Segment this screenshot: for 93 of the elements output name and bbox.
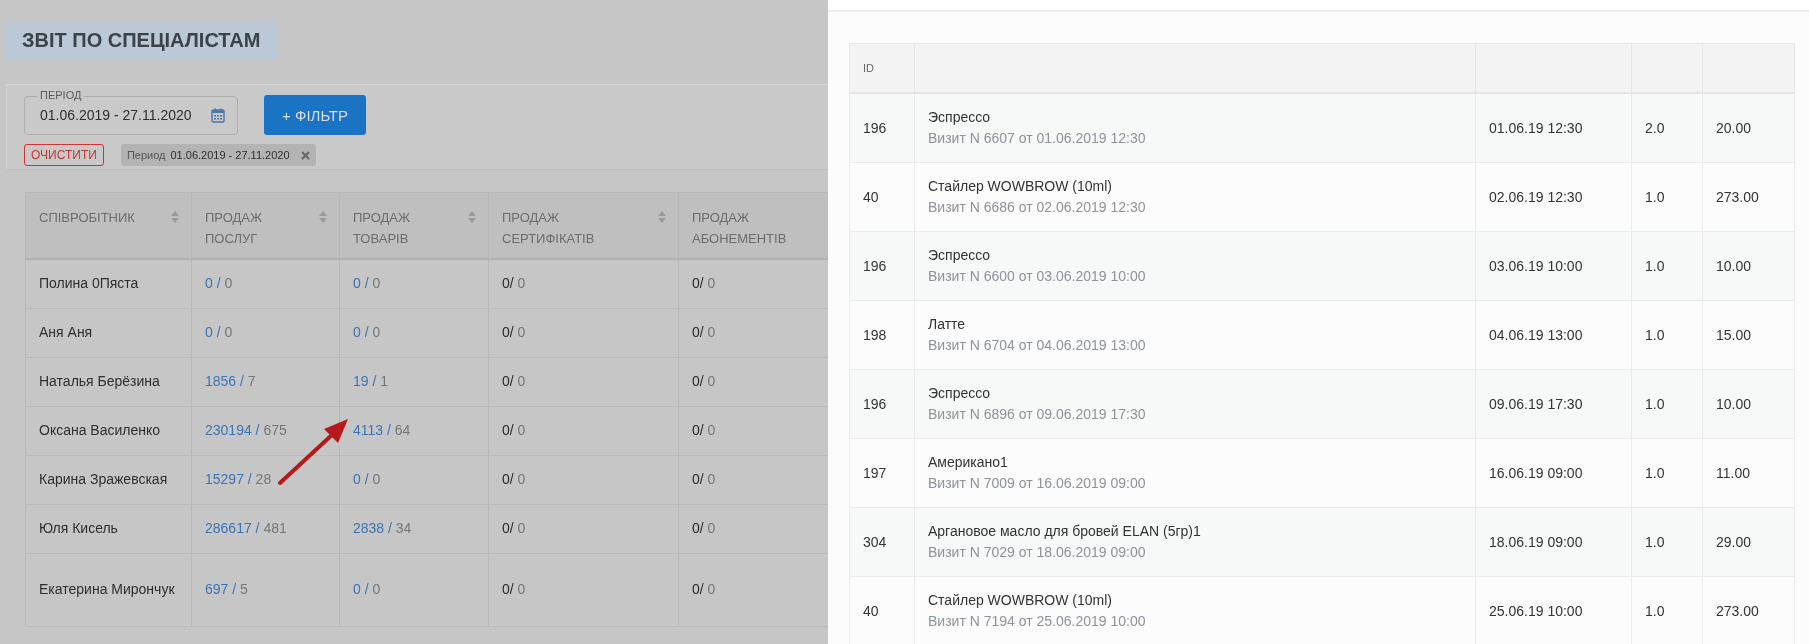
quantity: 1.0 <box>1631 300 1703 369</box>
sale-date: 16.06.19 09:00 <box>1475 438 1632 507</box>
sale-date: 18.06.19 09:00 <box>1475 507 1632 576</box>
column-header[interactable]: ПРОДАЖ ТОВАРІВ <box>339 192 489 259</box>
visit-info: Визит N 7194 от 25.06.2019 10:00 <box>928 612 1147 631</box>
sales-value: 0/ 0 <box>692 422 716 438</box>
quantity: 1.0 <box>1631 438 1703 507</box>
sale-date: 03.06.19 10:00 <box>1475 231 1632 300</box>
sale-date: 04.06.19 13:00 <box>1475 300 1632 369</box>
visit-info: Визит N 6686 от 02.06.2019 12:30 <box>928 198 1147 217</box>
clear-button[interactable]: ОЧИСТИТИ <box>24 144 104 166</box>
sales-link[interactable]: 0 / 0 <box>353 581 381 597</box>
calendar-icon <box>211 107 225 123</box>
column-header[interactable]: СПІВРОБІТНИК <box>25 192 192 259</box>
quantity: 1.0 <box>1631 231 1703 300</box>
quantity: 1.0 <box>1631 507 1703 576</box>
sales-value: 0/ 0 <box>692 520 716 536</box>
column-header[interactable]: ПРОДАЖ АБОНЕМЕНТІВ <box>678 192 828 259</box>
visit-info: Визит N 6607 от 01.06.2019 12:30 <box>928 129 1147 149</box>
sale-date: 01.06.19 12:30 <box>1475 93 1632 162</box>
sales-value: 0/ 0 <box>692 471 716 487</box>
employee-name: Наталья Берёзина <box>39 373 160 389</box>
sales-link[interactable]: 0 / 0 <box>353 471 381 487</box>
sales-value: 0/ 0 <box>502 373 526 389</box>
sales-link[interactable]: 0 / 0 <box>205 324 233 340</box>
product-name: Стайлер WOWBROW (10ml) <box>928 591 1114 610</box>
sales-value: 0/ 0 <box>502 324 526 340</box>
sales-value: 0/ 0 <box>502 471 526 487</box>
employee-name: Карина Зражевская <box>39 471 168 487</box>
item-id: 197 <box>849 438 915 507</box>
quantity: 1.0 <box>1631 369 1703 438</box>
product-name: Американо1 <box>928 453 1009 472</box>
sales-link[interactable]: 4113 / 64 <box>353 422 411 438</box>
sales-value: 0/ 0 <box>692 581 716 597</box>
close-icon[interactable] <box>300 150 310 160</box>
employee-name: Оксана Василенко <box>39 422 161 438</box>
amount: 29.00 <box>1702 507 1795 576</box>
visit-info: Визит N 6896 от 09.06.2019 17:30 <box>928 405 1147 424</box>
product-name: Стайлер WOWBROW (10ml) <box>928 177 1114 196</box>
item-id: 40 <box>849 576 915 644</box>
sales-link[interactable]: 0 / 0 <box>353 324 381 340</box>
sales-link[interactable]: 2838 / 34 <box>353 520 412 536</box>
sales-value: 0/ 0 <box>502 581 526 597</box>
sale-date: 02.06.19 12:30 <box>1475 162 1632 231</box>
employee-name: Екатерина Мирончук <box>39 581 175 597</box>
item-id: 196 <box>849 369 915 438</box>
sales-link[interactable]: 286617 / 481 <box>205 520 287 536</box>
column-header: ID <box>849 43 915 93</box>
sales-link[interactable]: 0 / 0 <box>353 275 381 291</box>
visit-info: Визит N 6600 от 03.06.2019 10:00 <box>928 267 1147 286</box>
chip-value: 01.06.2019 - 27.11.2020 <box>170 149 290 161</box>
quantity: 2.0 <box>1631 93 1703 162</box>
sales-link[interactable]: 19 / 1 <box>353 373 389 389</box>
amount: 15.00 <box>1702 300 1795 369</box>
visit-info: Визит N 7009 от 16.06.2019 09:00 <box>928 474 1147 493</box>
employee-name: Полина 0Пяста <box>39 275 139 291</box>
sales-value: 0/ 0 <box>692 275 716 291</box>
product-name: Латте <box>928 315 967 334</box>
sale-date: 09.06.19 17:30 <box>1475 369 1632 438</box>
product-name: Эспрессо <box>928 108 992 128</box>
product-name: Эспрессо <box>928 384 992 403</box>
sales-value: 0/ 0 <box>502 520 526 536</box>
sales-link[interactable]: 0 / 0 <box>205 275 233 291</box>
product-name: Аргановое масло для бровей ELAN (5гр)1 <box>928 522 1202 541</box>
amount: 10.00 <box>1702 369 1795 438</box>
page-title: ЗВІТ ПО СПЕЦІАЛІСТАМ <box>6 21 279 60</box>
add-filter-button[interactable]: + ФІЛЬТР <box>264 95 366 135</box>
amount: 10.00 <box>1702 231 1795 300</box>
sales-link[interactable]: 15297 / 28 <box>205 471 272 487</box>
sales-link[interactable]: 697 / 5 <box>205 581 248 597</box>
sales-value: 0/ 0 <box>692 324 716 340</box>
item-id: 304 <box>849 507 915 576</box>
product-name: Эспрессо <box>928 246 992 265</box>
amount: 20.00 <box>1702 93 1795 162</box>
employee-name: Юля Кисель <box>39 520 118 536</box>
visit-info: Визит N 7029 от 18.06.2019 09:00 <box>928 543 1147 562</box>
sales-value: 0/ 0 <box>502 422 526 438</box>
employee-name: Аня Аня <box>39 324 93 340</box>
item-id: 198 <box>849 300 915 369</box>
sales-value: 0/ 0 <box>502 275 526 291</box>
sales-value: 0/ 0 <box>692 373 716 389</box>
visit-info: Визит N 6704 от 04.06.2019 13:00 <box>928 336 1147 355</box>
item-id: 196 <box>849 231 915 300</box>
sales-link[interactable]: 230194 / 675 <box>205 422 287 438</box>
item-id: 196 <box>849 93 915 162</box>
sales-link[interactable]: 1856 / 7 <box>205 373 256 389</box>
amount: 273.00 <box>1702 162 1795 231</box>
amount: 11.00 <box>1702 438 1795 507</box>
quantity: 1.0 <box>1631 162 1703 231</box>
column-header[interactable]: ПРОДАЖ ПОСЛУГ <box>191 192 340 259</box>
item-id: 40 <box>849 162 915 231</box>
column-header[interactable]: ПРОДАЖ СЕРТИФІКАТІВ <box>488 192 679 259</box>
chip-label: Период <box>126 149 166 161</box>
